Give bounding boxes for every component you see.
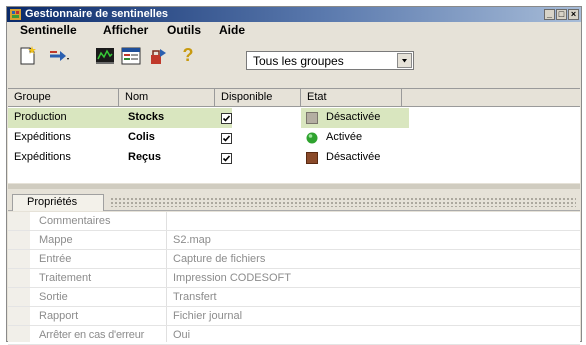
row-name: Reçus [128,151,162,163]
sentinel-manager-window: Gestionnaire de sentinelles _ □ × Sentin… [6,6,582,345]
table-header: Groupe Nom Disponible Etat [8,89,580,107]
property-row[interactable]: Arrêter en cas d'erreur Oui [8,326,580,345]
property-value[interactable]: S2.map [173,234,211,246]
panel-grip[interactable] [110,197,576,207]
tab-properties-label: Propriétés [27,196,78,208]
deactivated-status-icon [306,152,318,164]
activated-status-icon [306,132,318,144]
help-icon[interactable]: ? [177,45,199,67]
property-row[interactable]: Commentaires [8,212,580,231]
monitor-icon[interactable] [94,45,116,67]
sentinel-table: Groupe Nom Disponible Etat Production St… [8,88,580,183]
row-group: Production [14,111,67,123]
close-button[interactable]: × [568,9,579,20]
property-name: Commentaires [39,215,111,227]
column-header-etat[interactable]: Etat [301,89,402,107]
menu-bar: Sentinelle Afficher Outils Aide [7,22,581,39]
menu-afficher[interactable]: Afficher [103,23,148,37]
checkmark-icon [222,135,231,142]
property-value[interactable]: Impression CODESOFT [173,272,291,284]
dropdown-button[interactable] [397,53,412,68]
available-checkbox[interactable] [221,133,232,144]
menu-outils[interactable]: Outils [167,23,201,37]
property-name: Sortie [39,291,68,303]
group-filter-value: Tous les groupes [253,54,344,68]
maximize-button[interactable]: □ [556,9,567,20]
toolbar: ? Tous les groupes [7,40,581,72]
property-name: Arrêter en cas d'erreur [39,329,145,341]
row-name: Colis [128,131,155,143]
available-checkbox[interactable] [221,153,232,164]
property-value[interactable]: Oui [173,329,190,341]
column-header-nom[interactable]: Nom [119,89,215,107]
available-checkbox[interactable] [221,113,232,124]
checkmark-icon [222,155,231,162]
table-row[interactable]: Expéditions Reçus Désactivée [8,148,580,168]
row-status: Désactivée [326,151,381,163]
property-name: Entrée [39,253,72,265]
row-group: Expéditions [14,131,71,143]
property-row[interactable]: Sortie Transfert [8,288,580,307]
title-bar[interactable]: Gestionnaire de sentinelles _ □ × [7,7,581,22]
row-group: Expéditions [14,151,71,163]
app-icon [10,9,21,20]
property-name: Traitement [39,272,92,284]
properties-icon[interactable] [120,45,142,67]
row-name: Stocks [128,111,165,123]
row-status: Désactivée [326,111,381,123]
property-row[interactable]: Rapport Fichier journal [8,307,580,326]
chevron-down-icon [402,59,407,63]
row-status: Activée [326,131,363,143]
checkmark-icon [222,115,231,122]
test-run-icon[interactable] [147,45,169,67]
menu-sentinelle[interactable]: Sentinelle [20,23,77,37]
column-header-groupe[interactable]: Groupe [8,89,119,107]
menu-aide[interactable]: Aide [219,23,245,37]
arrow-dropdown-icon[interactable] [48,45,70,67]
table-row[interactable]: Production Stocks Désactivée [8,108,580,128]
property-value[interactable]: Fichier journal [173,310,242,322]
group-filter-select[interactable]: Tous les groupes [246,51,414,70]
deactivated-status-icon [306,112,318,124]
table-row[interactable]: Expéditions Colis Activée [8,128,580,148]
property-row[interactable]: Traitement Impression CODESOFT [8,269,580,288]
property-name: Mappe [39,234,73,246]
property-value[interactable]: Capture de fichiers [173,253,265,265]
window-title: Gestionnaire de sentinelles [25,8,169,20]
property-name: Rapport [39,310,79,322]
column-header-disponible[interactable]: Disponible [215,89,301,107]
tab-properties[interactable]: Propriétés [12,194,104,211]
property-value[interactable]: Transfert [173,291,217,303]
splitter[interactable] [8,184,580,189]
new-sentinel-icon[interactable] [17,45,39,67]
property-row[interactable]: Mappe S2.map [8,231,580,250]
property-row[interactable]: Entrée Capture de fichiers [8,250,580,269]
properties-tab-bar: Propriétés [8,191,580,211]
properties-grid: Commentaires Mappe S2.map Entrée Capture… [8,212,580,345]
minimize-button[interactable]: _ [544,9,555,20]
